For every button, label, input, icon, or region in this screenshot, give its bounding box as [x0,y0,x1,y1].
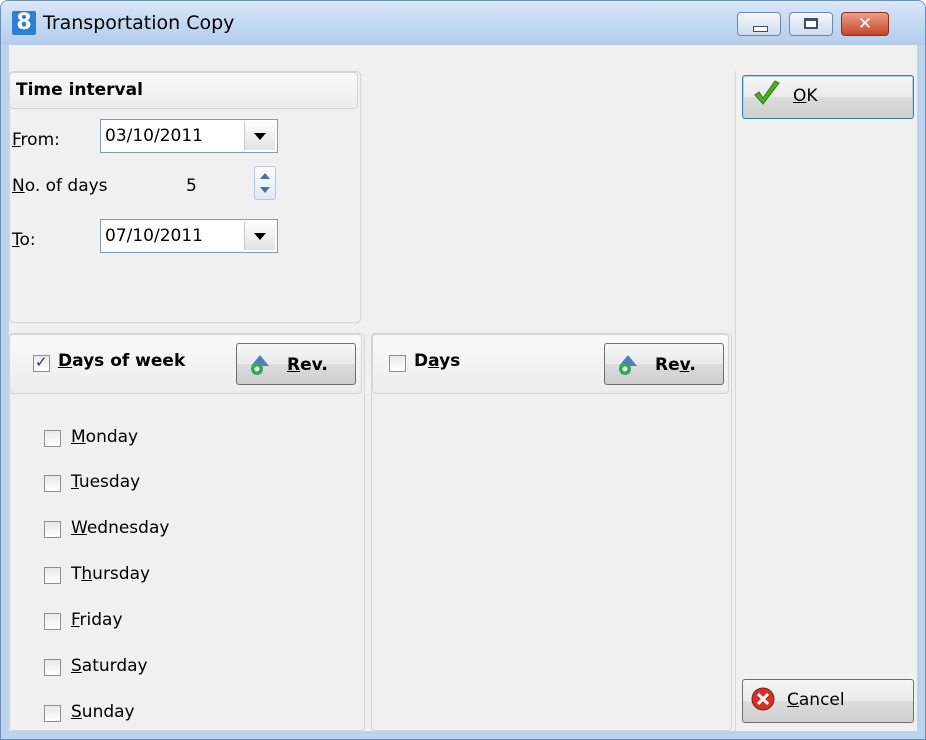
title-bar[interactable]: 8 Transportation Copy ✕ [1,1,925,45]
weekday-label-saturday: Saturday [71,656,148,676]
no-of-days-value[interactable]: 5 [186,176,197,196]
cancel-label-text: ancel [798,690,845,710]
no-of-days-label: No. of days [12,176,108,196]
dialog-client: Time interval From: 03/10/2011 No. of da… [9,45,917,731]
no-of-days-label-text: o. of days [24,176,108,196]
checkbox-friday[interactable] [44,613,61,630]
weekday-label-sunday: Sunday [71,702,135,722]
app-icon: 8 [12,11,36,35]
weekday-label-monday: Monday [71,427,139,447]
to-date-combo[interactable]: 07/10/2011 [100,219,278,253]
to-date-value: 07/10/2011 [105,226,203,246]
rev-label-text: . [689,355,696,375]
maximize-button[interactable] [789,12,833,36]
chevron-down-icon[interactable] [244,122,275,150]
days-title: Days [414,351,461,371]
rev-label: Rev. [655,355,696,375]
days-of-week-header: Days of week Rev. [9,334,362,394]
days-header: Days Rev. [372,334,729,394]
time-interval-title: Time interval [16,80,143,100]
from-date-value: 03/10/2011 [105,126,203,146]
spin-down-icon[interactable] [260,187,270,193]
checkbox-monday[interactable] [44,430,61,447]
days-checkbox[interactable] [389,355,406,372]
button-column [735,71,917,731]
cancel-button[interactable]: Cancel [742,679,914,723]
reverse-icon [619,355,637,375]
checkbox-tuesday[interactable] [44,475,61,492]
days-of-week-title: Days of week [58,351,186,371]
rev-label-text: ev. [300,355,328,375]
days-rev-button[interactable]: Rev. [604,343,724,385]
checkbox-saturday[interactable] [44,659,61,676]
time-interval-header: Time interval [9,72,358,109]
minimize-icon [753,26,768,32]
weekday-label-thursday: Thursday [71,564,151,584]
weekday-label-wednesday-text: ednesday [86,518,170,538]
weekday-label-tuesday-text: uesday [78,472,141,492]
weekday-label-monday-text: onday [85,427,139,447]
close-button[interactable]: ✕ [841,12,889,36]
from-date-combo[interactable]: 03/10/2011 [100,119,278,153]
weekday-label-thursday-text: ursday [92,564,151,584]
weekday-label-saturday-text: aturday [81,656,148,676]
cancel-label: Cancel [787,690,845,710]
ok-label: OK [793,86,818,106]
checkmark-icon [754,80,780,105]
days-title-text: ys [439,351,461,371]
rev-label: Rev. [287,355,328,375]
window-title: Transportation Copy [43,12,235,34]
chevron-down-icon[interactable] [244,222,275,250]
weekday-label-friday-text: riday [79,610,123,630]
checkbox-thursday[interactable] [44,567,61,584]
ok-label-text: K [806,86,818,106]
dialog-window: 8 Transportation Copy ✕ Time interval Fr… [0,0,926,740]
to-label-text: o: [19,230,36,250]
close-icon: ✕ [857,14,873,34]
days-of-week-title-text: ays of week [72,351,186,371]
weekday-label-wednesday: Wednesday [71,518,170,538]
weekday-label-tuesday: Tuesday [71,472,141,492]
reverse-icon [251,355,269,375]
to-label: To: [12,230,36,250]
weekday-label-friday: Friday [71,610,123,630]
no-of-days-spinner[interactable] [254,166,276,200]
checkbox-wednesday[interactable] [44,521,61,538]
checkbox-sunday[interactable] [44,705,61,722]
cancel-icon [751,687,775,711]
days-of-week-rev-button[interactable]: Rev. [236,343,356,385]
ok-button[interactable]: OK [742,75,914,119]
days-of-week-checkbox[interactable] [33,353,50,372]
from-label-text: rom: [20,130,60,150]
from-label: From: [12,130,60,150]
spin-up-icon[interactable] [260,173,270,179]
minimize-button[interactable] [737,12,781,36]
weekday-label-sunday-text: unday [81,702,135,722]
maximize-icon [804,18,818,29]
